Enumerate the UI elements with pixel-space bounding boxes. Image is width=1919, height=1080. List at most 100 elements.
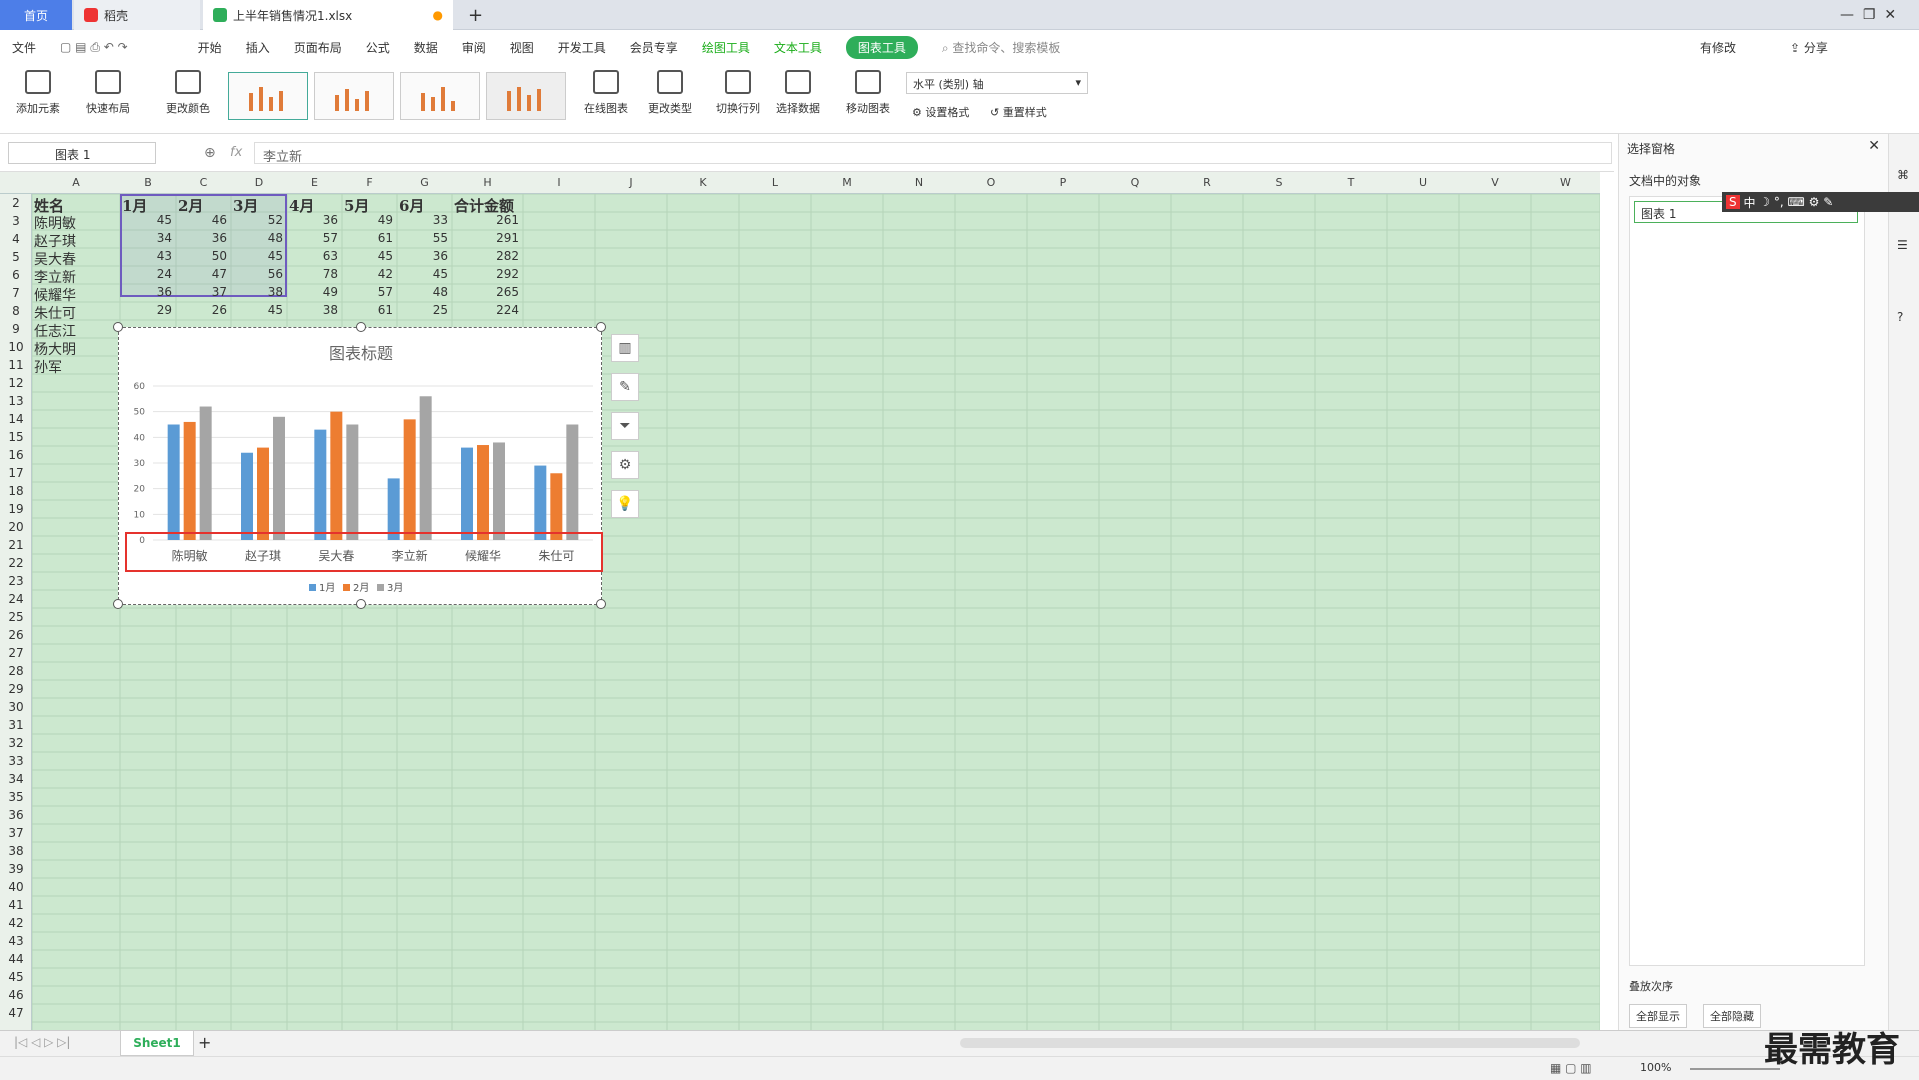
menu-chart-tools[interactable]: 图表工具 [845,35,918,59]
modified-badge[interactable]: 有修改 [1700,39,1736,56]
column-header[interactable]: I [523,176,595,189]
menu-text-tools[interactable]: 文本工具 [774,39,822,56]
pane-title[interactable]: 选择窗格 [1627,140,1675,157]
row-header[interactable]: 8 [0,304,32,318]
row-header[interactable]: 23 [0,574,32,588]
table-cell[interactable]: 78 [289,267,338,281]
column-header[interactable]: M [811,176,883,189]
chart-elements-icon[interactable]: ▥ [611,334,639,362]
row-header[interactable]: 44 [0,952,32,966]
row-header[interactable]: 18 [0,484,32,498]
table-cell[interactable]: 45 [399,267,448,281]
row-header[interactable]: 16 [0,448,32,462]
column-header[interactable]: E [287,176,342,189]
row-header[interactable]: 13 [0,394,32,408]
chart-style-1[interactable] [228,72,308,120]
resize-handle[interactable] [596,599,606,609]
row-header[interactable]: 10 [0,340,32,354]
select-data-button[interactable]: 选择数据 [768,70,828,116]
share-button[interactable]: ⇪ 分享 [1790,39,1828,56]
chart-style-4[interactable] [486,72,566,120]
menu-data[interactable]: 数据 [414,39,438,56]
resize-handle[interactable] [113,599,123,609]
row-header[interactable]: 7 [0,286,32,300]
row-header[interactable]: 21 [0,538,32,552]
sheet-tab[interactable]: Sheet1 [120,1031,194,1056]
column-header[interactable]: B [120,176,176,189]
row-header[interactable]: 2 [0,196,32,210]
show-all-button[interactable]: 全部显示 [1629,1004,1687,1028]
column-header[interactable]: Q [1099,176,1171,189]
table-cell[interactable]: 38 [233,285,283,299]
row-header[interactable]: 15 [0,430,32,444]
resize-handle[interactable] [596,322,606,332]
row-header[interactable]: 43 [0,934,32,948]
chart-filter-icon[interactable]: ⏷ [611,412,639,440]
row-header[interactable]: 28 [0,664,32,678]
menu-insert[interactable]: 插入 [246,39,270,56]
name-box[interactable]: 图表 1 [8,142,156,164]
row-header[interactable]: 12 [0,376,32,390]
menu-formula[interactable]: 公式 [366,39,390,56]
table-cell[interactable]: 261 [454,213,519,227]
row-header[interactable]: 46 [0,988,32,1002]
chart-style-2[interactable] [314,72,394,120]
restore-icon[interactable]: ❐ [1863,7,1876,23]
table-cell[interactable]: 42 [344,267,393,281]
table-cell[interactable]: 49 [289,285,338,299]
table-cell[interactable]: 李立新 [34,267,116,287]
row-header[interactable]: 4 [0,232,32,246]
row-header[interactable]: 24 [0,592,32,606]
chart-style-3[interactable] [400,72,480,120]
row-header[interactable]: 39 [0,862,32,876]
resize-handle[interactable] [356,599,366,609]
formula-input[interactable]: 李立新 [254,142,1612,165]
sliders-icon[interactable]: ☰ [1897,238,1908,252]
tab-daoke[interactable]: 稻壳 [74,0,200,30]
zoom-level[interactable]: 100% [1640,1061,1671,1074]
table-cell[interactable]: 50 [178,249,227,263]
table-cell[interactable]: 47 [178,267,227,281]
column-header[interactable]: G [397,176,452,189]
table-cell[interactable]: 朱仕可 [34,303,116,323]
table-cell[interactable]: 56 [233,267,283,281]
table-cell[interactable]: 52 [233,213,283,227]
menu-page-layout[interactable]: 页面布局 [294,39,342,56]
switch-rowcol-button[interactable]: 切换行列 [708,70,768,116]
table-cell[interactable]: 24 [122,267,172,281]
column-header[interactable]: S [1243,176,1315,189]
row-header[interactable]: 19 [0,502,32,516]
help-icon[interactable]: ? [1897,310,1903,324]
column-header[interactable]: L [739,176,811,189]
hide-all-button[interactable]: 全部隐藏 [1703,1004,1761,1028]
table-cell[interactable]: 25 [399,303,448,317]
sheet-nav-icons[interactable]: |◁ ◁ ▷ ▷| [14,1035,70,1049]
row-header[interactable]: 5 [0,250,32,264]
table-cell[interactable]: 36 [289,213,338,227]
table-cell[interactable]: 48 [233,231,283,245]
table-cell[interactable]: 48 [399,285,448,299]
row-header[interactable]: 34 [0,772,32,786]
add-sheet-button[interactable]: + [198,1033,211,1052]
table-cell[interactable]: 37 [178,285,227,299]
table-cell[interactable]: 49 [344,213,393,227]
table-cell[interactable]: 26 [178,303,227,317]
column-header[interactable]: D [231,176,287,189]
menu-member[interactable]: 会员专享 [630,39,678,56]
table-cell[interactable]: 杨大明 [34,339,116,359]
table-cell[interactable]: 36 [122,285,172,299]
table-cell[interactable]: 63 [289,249,338,263]
tab-home[interactable]: 首页 [0,0,72,30]
table-cell[interactable]: 292 [454,267,519,281]
row-header[interactable]: 47 [0,1006,32,1020]
chart-style-brush-icon[interactable]: ✎ [611,373,639,401]
add-element-button[interactable]: 添加元素 [8,70,68,116]
table-cell[interactable]: 224 [454,303,519,317]
table-cell[interactable]: 55 [399,231,448,245]
menu-drawing-tools[interactable]: 绘图工具 [702,39,750,56]
menu-home[interactable]: 开始 [198,39,222,56]
row-header[interactable]: 38 [0,844,32,858]
table-cell[interactable]: 45 [233,249,283,263]
table-cell[interactable]: 38 [289,303,338,317]
row-header[interactable]: 36 [0,808,32,822]
